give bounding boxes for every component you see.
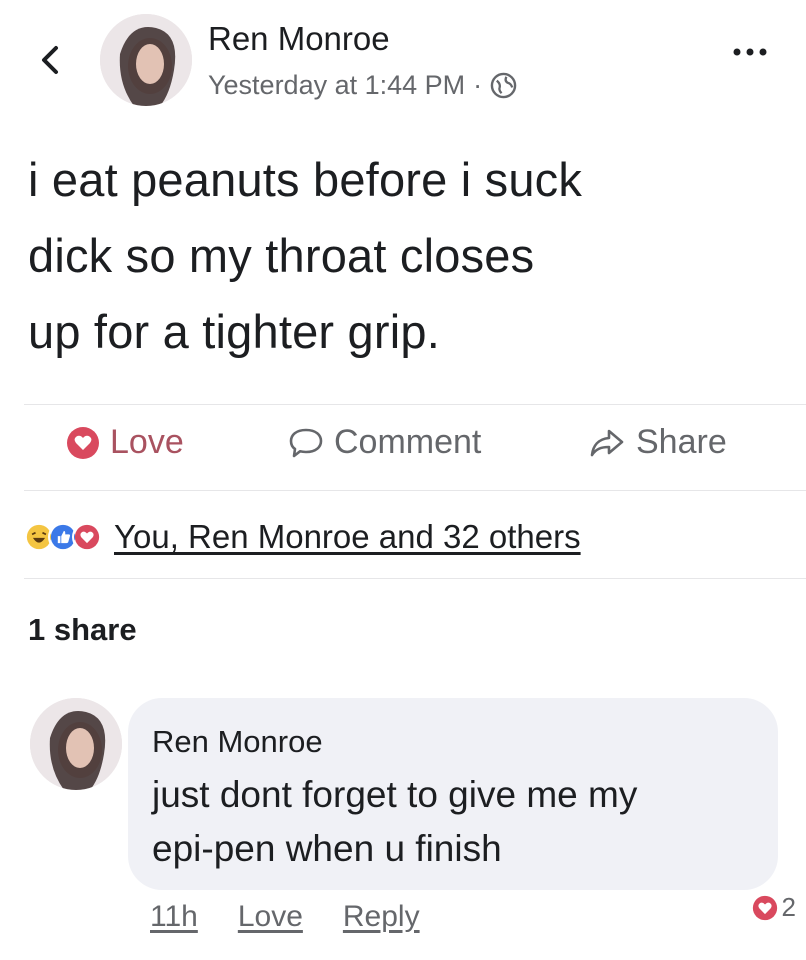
chevron-left-icon[interactable] xyxy=(36,40,66,80)
shares-count[interactable]: 1 share xyxy=(28,612,137,648)
author-name[interactable]: Ren Monroe xyxy=(208,20,390,58)
comment-author[interactable]: Ren Monroe xyxy=(152,724,323,760)
divider xyxy=(24,578,806,579)
love-icon xyxy=(67,426,99,459)
comment-line: epi-pen when u finish xyxy=(152,828,502,869)
post-timestamp[interactable]: Yesterday at 1:44 PM xyxy=(208,70,465,101)
comment-bubble: Ren Monroe just dont forget to give me m… xyxy=(128,698,778,890)
post-text: i eat peanuts before i suck dick so my t… xyxy=(28,142,788,370)
meta-separator: · xyxy=(473,70,483,100)
love-button[interactable]: Love xyxy=(66,423,184,462)
reactions-summary[interactable]: You, Ren Monroe and 32 others xyxy=(24,518,581,556)
share-label: Share xyxy=(636,423,727,461)
share-button[interactable]: Share xyxy=(588,423,727,462)
post-line: i eat peanuts before i suck xyxy=(28,153,583,206)
comment-reaction-number: 2 xyxy=(781,892,796,922)
reaction-icons xyxy=(24,522,102,552)
comment-age[interactable]: 11h xyxy=(150,900,198,934)
divider xyxy=(24,490,806,491)
post-line: up for a tighter grip. xyxy=(28,305,440,358)
post-header: Ren Monroe Yesterday at 1:44 PM · xyxy=(0,0,806,120)
more-dots-icon[interactable] xyxy=(732,44,768,60)
comment-text: just dont forget to give me my epi-pen w… xyxy=(152,768,762,876)
comment-line: just dont forget to give me my xyxy=(152,774,638,815)
commenter-avatar[interactable] xyxy=(30,698,122,790)
globe-icon xyxy=(490,72,517,99)
author-avatar[interactable] xyxy=(100,14,192,106)
action-bar: Love Comment Share xyxy=(0,405,806,489)
comment-label: Comment xyxy=(334,423,482,461)
comment-love-link[interactable]: Love xyxy=(238,900,303,934)
comment-reaction-count[interactable]: 2 xyxy=(752,892,796,923)
reactions-text[interactable]: You, Ren Monroe and 32 others xyxy=(114,518,581,556)
post-meta: Yesterday at 1:44 PM · xyxy=(208,70,517,101)
comment-icon xyxy=(289,428,323,457)
share-arrow-icon xyxy=(590,429,624,456)
love-icon xyxy=(72,522,102,552)
comment-actions: 11h Love Reply xyxy=(150,900,420,934)
love-icon xyxy=(752,895,777,920)
comment-button[interactable]: Comment xyxy=(288,423,481,462)
love-label: Love xyxy=(110,423,184,461)
post-line: dick so my throat closes xyxy=(28,229,535,282)
comment-reply-link[interactable]: Reply xyxy=(343,900,420,934)
